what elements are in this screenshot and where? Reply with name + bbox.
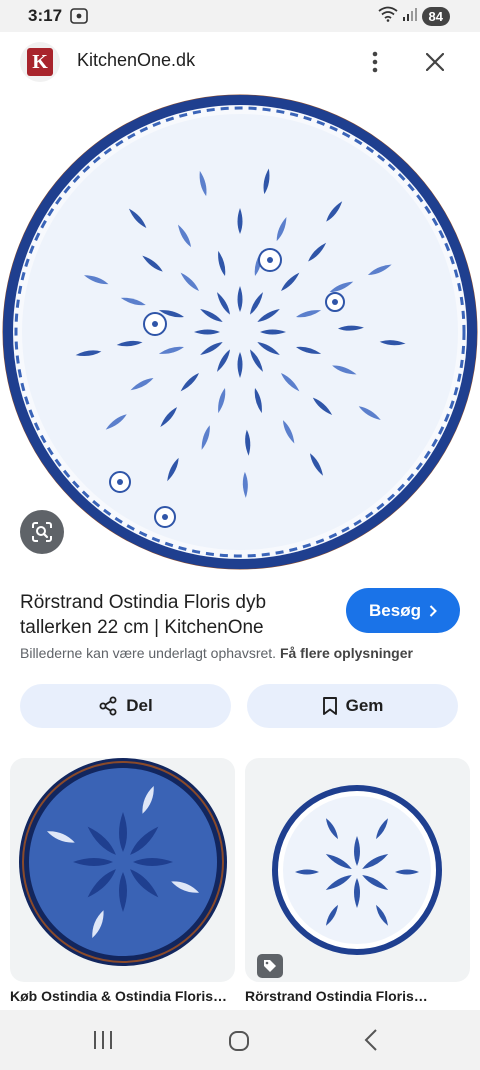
visit-button-label: Besøg bbox=[369, 600, 421, 620]
related-caption[interactable]: Rörstrand Ostindia Floris… bbox=[245, 988, 470, 1004]
more-options-button[interactable] bbox=[360, 44, 390, 80]
visit-button[interactable]: Besøg bbox=[346, 588, 460, 633]
related-card[interactable] bbox=[245, 758, 470, 982]
tag-icon bbox=[257, 954, 283, 978]
related-caption[interactable]: Køb Ostindia & Ostindia Floris… bbox=[10, 988, 235, 1004]
close-icon bbox=[426, 53, 444, 71]
bookmark-icon bbox=[322, 697, 337, 715]
related-card[interactable] bbox=[10, 758, 235, 982]
copyright-text: Billederne kan være underlagt ophavsret. bbox=[20, 645, 277, 661]
header: K KitchenOne.dk bbox=[0, 32, 480, 92]
back-icon[interactable] bbox=[364, 1029, 378, 1056]
related-image bbox=[19, 758, 227, 966]
save-button[interactable]: Gem bbox=[247, 684, 458, 728]
recent-apps-icon[interactable] bbox=[92, 1030, 114, 1055]
more-vert-icon bbox=[372, 51, 378, 73]
copyright-notice: Billederne kan være underlagt ophavsret.… bbox=[20, 645, 470, 661]
home-icon[interactable] bbox=[228, 1030, 250, 1057]
share-button[interactable]: Del bbox=[20, 684, 231, 728]
lens-icon bbox=[32, 522, 52, 542]
site-logo: K bbox=[20, 42, 60, 82]
result-title[interactable]: Rörstrand Ostindia Floris dyb tallerken … bbox=[20, 590, 320, 640]
signal-icon bbox=[402, 6, 418, 27]
wifi-icon bbox=[377, 6, 398, 27]
share-icon bbox=[99, 696, 117, 716]
chevron-right-icon bbox=[429, 604, 437, 617]
main-image[interactable] bbox=[0, 92, 480, 576]
save-button-label: Gem bbox=[345, 696, 384, 715]
lens-button[interactable] bbox=[20, 510, 64, 554]
battery-badge: 84 bbox=[421, 7, 450, 26]
nav-bar bbox=[0, 1010, 480, 1070]
share-button-label: Del bbox=[126, 696, 153, 715]
status-time: 3:17 bbox=[28, 6, 63, 25]
close-button[interactable] bbox=[420, 44, 450, 80]
more-info-link[interactable]: Få flere oplysninger bbox=[280, 645, 413, 661]
site-name[interactable]: KitchenOne.dk bbox=[77, 50, 195, 71]
screenshot-icon bbox=[70, 8, 88, 29]
status-bar: 3:17 84 bbox=[0, 0, 480, 32]
site-logo-letter: K bbox=[27, 48, 53, 76]
related-image bbox=[272, 785, 442, 955]
